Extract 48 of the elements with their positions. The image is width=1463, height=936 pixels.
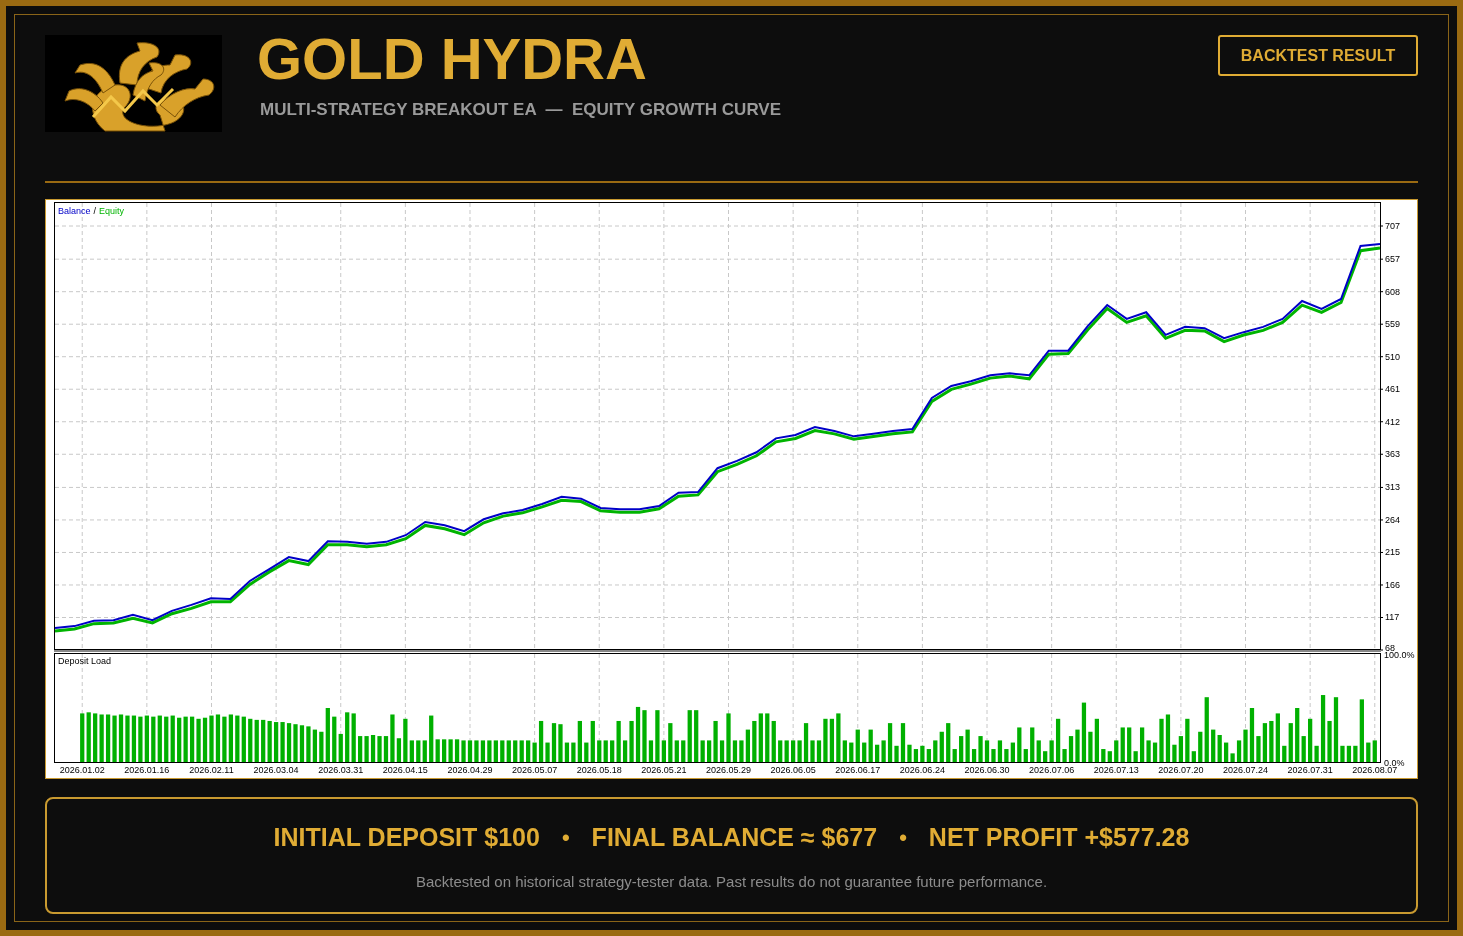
axis-label: 657 (1385, 254, 1401, 265)
axis-label: 100.0% (1384, 652, 1415, 660)
axis-label: 559 (1385, 319, 1401, 330)
subtitle: MULTI-STRATEGY BREAKOUT EA — EQUITY GROWTH CURVE (260, 99, 782, 121)
axis-label: 608 (1385, 286, 1401, 297)
axis-label: 510 (1385, 351, 1401, 362)
axis-label: 2026.03.31 (318, 765, 364, 775)
axis-label: 2026.05.07 (512, 765, 558, 775)
axis-label: 2026.02.11 (189, 765, 234, 775)
axis-label: 2026.06.05 (770, 765, 816, 775)
axis-label: 166 (1385, 579, 1401, 590)
legend-label: Equity (99, 206, 125, 216)
legend-separator: / (93, 206, 97, 216)
axis-label: 2026.07.20 (1158, 765, 1204, 775)
axis-label: 2026.05.18 (576, 765, 622, 775)
axis-label: 461 (1385, 384, 1401, 395)
axis-label: 117 (1385, 612, 1400, 623)
summary-stat: INITIAL DEPOSIT $100 (273, 822, 540, 853)
axis-label: 215 (1385, 547, 1401, 558)
axis-label: 2026.06.24 (899, 765, 945, 775)
axis-label: 2026.06.17 (835, 765, 881, 775)
backtest-result-button[interactable]: BACKTEST RESULT (1218, 35, 1418, 76)
disclaimer-text: Backtested on historical strategy-tester data. Past results do not guarantee future performance. (415, 871, 1048, 892)
axis-label: 2026.05.21 (641, 765, 687, 775)
summary-stat: NET PROFIT +$577.28 (928, 822, 1190, 853)
axis-label: 313 (1385, 482, 1401, 493)
axis-label: 363 (1385, 449, 1401, 460)
axis-label: 2026.05.29 (706, 765, 751, 775)
axis-label: 264 (1385, 514, 1401, 525)
axis-label: 2026.07.06 (1029, 765, 1075, 775)
axis-label: 2026.04.15 (382, 765, 428, 775)
panel-title: Deposit Load (58, 656, 112, 666)
app-title: GOLD HYDRA (257, 29, 648, 89)
axis-label: 2026.07.24 (1223, 765, 1269, 775)
axis-label: 2026.07.31 (1287, 765, 1333, 775)
axis-label: 2026.06.30 (964, 765, 1010, 775)
bullet-separator: • (561, 824, 570, 853)
axis-label: 2026.03.04 (253, 765, 299, 775)
axis-label: 2026.01.02 (59, 765, 105, 775)
bullet-separator: • (899, 824, 907, 853)
axis-label: 2026.04.29 (447, 765, 493, 775)
axis-label: 412 (1385, 416, 1401, 427)
summary-stat: FINAL BALANCE ≈ $677 (591, 822, 878, 853)
axis-label: 68 (1385, 643, 1395, 652)
axis-label: 2026.07.13 (1093, 765, 1139, 775)
axis-label: 707 (1385, 221, 1401, 231)
legend-label: Balance (58, 206, 91, 216)
axis-label: 2026.01.16 (124, 765, 170, 775)
